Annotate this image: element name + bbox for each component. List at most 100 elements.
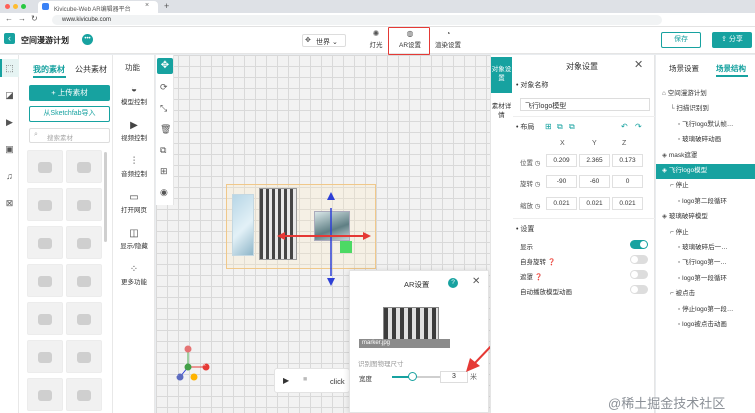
upload-material-button[interactable]: + 上传素材 [29, 85, 110, 101]
back-arrow-icon[interactable]: ← [5, 14, 13, 23]
render-settings-button[interactable]: ◔ 渲染设置 [431, 29, 465, 53]
reload-icon[interactable]: ↻ [31, 14, 38, 23]
self-rotate-toggle[interactable] [630, 255, 648, 264]
material-thumbnail[interactable] [27, 378, 63, 411]
play-icon[interactable]: ▶ [283, 376, 289, 385]
scale-y-input[interactable]: 0.021 [579, 197, 610, 210]
material-thumbnail[interactable] [27, 226, 63, 259]
visible-toggle[interactable] [630, 240, 648, 249]
window-close-dot[interactable] [5, 4, 10, 9]
scale-x-input[interactable]: 0.021 [546, 197, 577, 210]
delete-tool-icon[interactable]: 🗑 [160, 124, 171, 135]
material-thumbnail[interactable] [27, 340, 63, 373]
new-tab-icon[interactable]: + [164, 1, 169, 11]
material-thumbnail[interactable] [66, 302, 102, 335]
more-functions-button[interactable]: ⁘ 更多功能 [114, 263, 154, 286]
material-thumbnail[interactable] [27, 188, 63, 221]
view-tool-icon[interactable]: ◉ [160, 187, 168, 198]
position-y-input[interactable]: 2.365 [579, 154, 610, 167]
video-control-button[interactable]: ▶ 视频控制 [114, 119, 154, 142]
mask-toggle[interactable] [630, 270, 648, 279]
glass-model[interactable] [232, 194, 254, 256]
rail-mask-icon[interactable]: ⊠ [3, 197, 16, 210]
close-icon[interactable]: ✕ [634, 58, 643, 71]
tree-node[interactable]: ⌂ 空间漫游计划 [662, 87, 753, 97]
object-name-field[interactable]: 飞行logo模型 [520, 98, 650, 111]
tree-node[interactable]: ▫ 飞行logo默认帧… [678, 118, 753, 128]
stop-icon[interactable]: ■ [303, 376, 307, 383]
close-icon[interactable]: ✕ [472, 276, 480, 287]
tree-node[interactable]: └ 扫描识别到 [670, 102, 753, 112]
sketchfab-import-button[interactable]: 从Sketchfab导入 [29, 106, 110, 122]
tree-node[interactable]: ▫ 玻璃破碎动画 [678, 133, 753, 143]
copy-tool-icon[interactable]: ⧉ [160, 145, 166, 156]
material-thumbnail[interactable] [66, 340, 102, 373]
window-maximize-dot[interactable] [21, 4, 26, 9]
rotate-tool-icon[interactable]: ⟳ [160, 82, 168, 93]
url-field[interactable]: www.kivicube.com [52, 15, 662, 25]
back-button[interactable]: ‹ [4, 33, 15, 44]
material-thumbnail[interactable] [66, 378, 102, 411]
tree-node[interactable]: ⌐ 停止 [670, 179, 753, 189]
material-thumbnail[interactable] [66, 226, 102, 259]
rotation-z-input[interactable]: 0 [612, 175, 643, 188]
tab-my-materials[interactable]: 我的素材 [33, 64, 65, 75]
browser-tab[interactable]: Kivicube-Web AR编辑器平台 [38, 1, 158, 13]
material-scrollbar[interactable] [104, 152, 107, 242]
material-thumbnail[interactable] [27, 150, 63, 183]
position-x-input[interactable]: 0.209 [546, 154, 577, 167]
marker-image[interactable] [383, 307, 439, 343]
tree-node[interactable]: ▫ 停止logo第一段… [678, 303, 753, 313]
undo-icon[interactable]: ↶ [621, 122, 628, 131]
scale-tool-icon[interactable]: ⤡ [160, 103, 167, 114]
material-thumbnail[interactable] [27, 264, 63, 297]
layout-copy-icon[interactable]: ⧉ [557, 122, 563, 132]
open-webpage-button[interactable]: ▭ 打开网页 [114, 191, 154, 214]
tree-node[interactable]: ◈ 玻璃破碎模型 [662, 210, 753, 220]
save-button[interactable]: 保存 [661, 32, 701, 48]
orientation-gizmo[interactable] [176, 343, 216, 383]
scale-z-input[interactable]: 0.021 [612, 197, 643, 210]
material-thumbnail[interactable] [27, 302, 63, 335]
share-button[interactable]: ⇪ 分享 [712, 32, 752, 48]
redo-icon[interactable]: ↷ [635, 122, 642, 131]
tab-scene-settings[interactable]: 场景设置 [669, 63, 699, 74]
position-z-input[interactable]: 0.173 [612, 154, 643, 167]
chat-icon[interactable]: ••• [82, 34, 93, 45]
layout-paste-icon[interactable]: ⧉ [569, 122, 575, 132]
rail-music-icon[interactable]: ♫ [3, 170, 16, 183]
material-search-input[interactable]: 搜索素材 [29, 128, 110, 143]
tree-node[interactable]: ⌐ 被点击 [670, 287, 753, 297]
window-minimize-dot[interactable] [13, 4, 18, 9]
tab-public-materials[interactable]: 公共素材 [75, 64, 107, 75]
tree-node[interactable]: ⌐ 停止 [670, 226, 753, 236]
material-thumbnail[interactable] [66, 188, 102, 221]
tree-node[interactable]: ▫ 玻璃破碎后一… [678, 241, 753, 251]
move-tool-icon[interactable]: ✥ [157, 58, 173, 74]
rail-cube-icon[interactable]: ⬚ [3, 62, 16, 75]
tab-scene-structure[interactable]: 场景结构 [716, 63, 746, 74]
tab-material-details[interactable]: 素材详情 [491, 97, 512, 133]
tab-close-icon[interactable]: × [145, 2, 149, 9]
rail-picture-icon[interactable]: ▣ [3, 143, 16, 156]
tree-node[interactable]: ▫ logo第一段循环 [678, 272, 753, 282]
help-icon[interactable]: ? [448, 278, 458, 288]
rotation-x-input[interactable]: -90 [546, 175, 577, 188]
layout-grid-icon[interactable]: ⊞ [545, 122, 552, 131]
rotation-y-input[interactable]: -60 [579, 175, 610, 188]
autoplay-animation-toggle[interactable] [630, 285, 648, 294]
tree-node[interactable]: ◈ 飞行logo模型 [662, 164, 753, 174]
tree-node[interactable]: ◈ mask遮罩 [662, 149, 753, 159]
rail-image-icon[interactable]: ◪ [3, 89, 16, 102]
material-thumbnail[interactable] [66, 264, 102, 297]
tree-node[interactable]: ▫ logo第二段循环 [678, 195, 753, 205]
tree-node[interactable]: ▫ 飞行logo第一… [678, 256, 753, 266]
grid-tool-icon[interactable]: ⊞ [160, 166, 168, 177]
tab-object-settings[interactable]: 对象设置 [491, 57, 512, 93]
forward-arrow-icon[interactable]: → [18, 14, 26, 23]
rail-video-icon[interactable]: ▶ [3, 116, 16, 129]
tree-node[interactable]: ▫ logo被点击动画 [678, 318, 753, 328]
model-control-button[interactable]: ◒ 模型控制 [114, 83, 154, 106]
material-thumbnail[interactable] [66, 150, 102, 183]
audio-control-button[interactable]: ⫶ 音频控制 [114, 155, 154, 178]
